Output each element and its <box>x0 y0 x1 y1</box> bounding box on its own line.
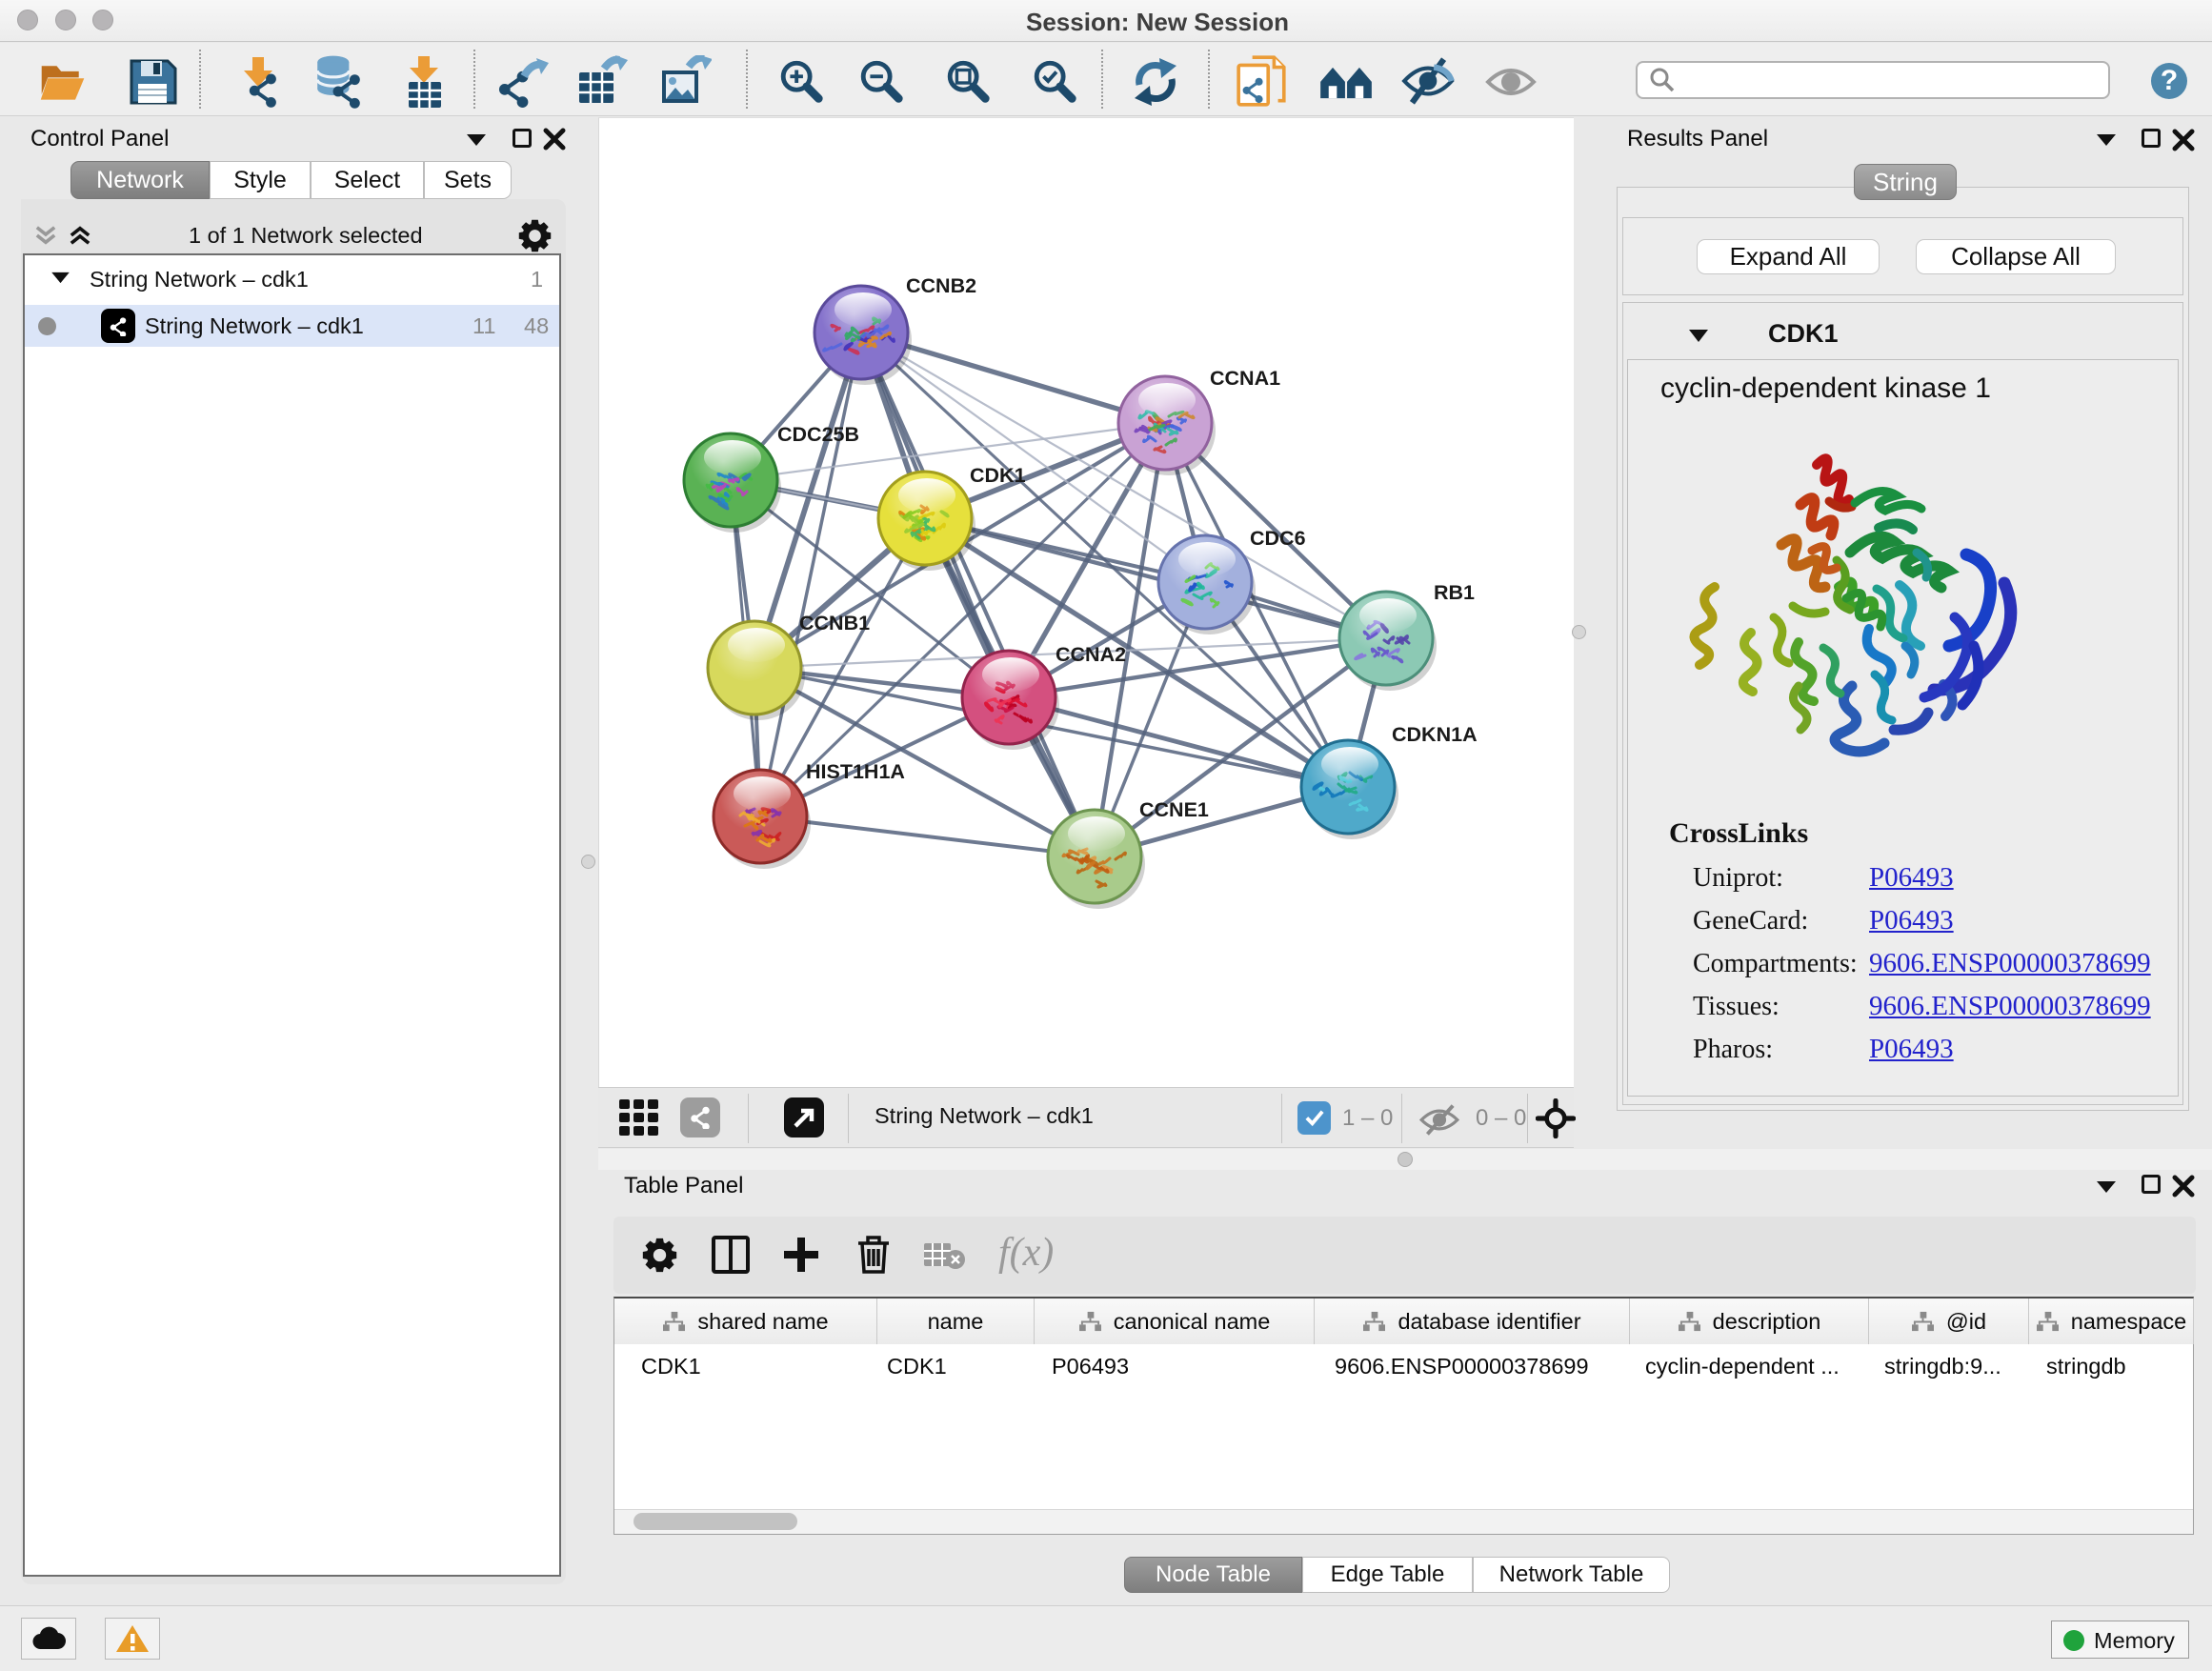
svg-text:CDK1: CDK1 <box>970 464 1026 487</box>
svg-text:CCNA2: CCNA2 <box>1056 643 1126 666</box>
svg-text:CDKN1A: CDKN1A <box>1392 723 1478 746</box>
svg-text:CCNA1: CCNA1 <box>1210 367 1280 390</box>
svg-text:CDC6: CDC6 <box>1250 527 1306 550</box>
svg-text:CCNB1: CCNB1 <box>799 612 870 634</box>
svg-text:CCNE1: CCNE1 <box>1139 798 1209 821</box>
svg-text:CDC25B: CDC25B <box>777 423 859 446</box>
svg-text:CCNB2: CCNB2 <box>906 274 976 297</box>
svg-text:HIST1H1A: HIST1H1A <box>806 760 905 783</box>
svg-text:RB1: RB1 <box>1434 581 1475 604</box>
